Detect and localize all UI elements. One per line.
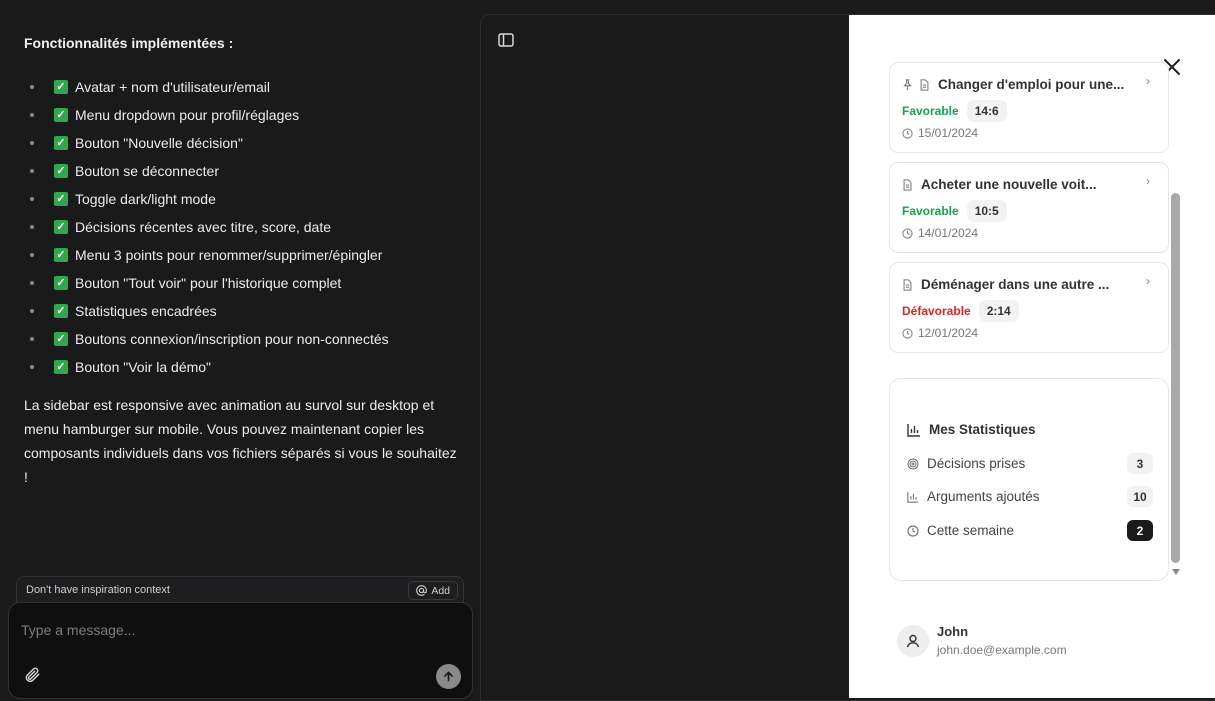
stat-row: Cette semaine 2 — [907, 520, 1153, 541]
list-item: ✓ Bouton "Voir la démo" — [30, 353, 389, 381]
document-icon — [920, 78, 929, 91]
decision-date: 14/01/2024 — [902, 226, 978, 240]
list-item: ✓ Avatar + nom d'utilisateur/email — [30, 73, 389, 101]
bullet-icon — [30, 113, 34, 117]
stat-row: Décisions prises 3 — [907, 453, 1153, 474]
check-icon: ✓ — [54, 332, 68, 346]
stat-count-badge: 3 — [1127, 453, 1153, 474]
list-item: ✓ Boutons connexion/inscription pour non-… — [30, 325, 389, 353]
paperclip-icon[interactable] — [23, 666, 41, 684]
decision-card[interactable]: Changer d'emploi pour une... › Favorable… — [889, 62, 1169, 153]
chevron-right-icon[interactable]: › — [1146, 174, 1150, 188]
decision-title: Acheter une nouvelle voit... — [921, 177, 1097, 192]
decision-title: Changer d'emploi pour une... — [938, 77, 1125, 92]
document-icon — [903, 178, 912, 191]
list-item: ✓ Menu dropdown pour profil/réglages — [30, 101, 389, 129]
stat-label: Cette semaine — [927, 523, 1015, 538]
bullet-icon — [30, 365, 34, 369]
message-input[interactable]: Type a message... — [8, 602, 473, 699]
score-badge: 14:6 — [966, 100, 1007, 122]
scroll-down-icon[interactable] — [1171, 568, 1181, 576]
stat-label: Arguments ajoutés — [927, 489, 1040, 504]
decision-date: 12/01/2024 — [902, 326, 978, 340]
target-icon — [907, 457, 919, 470]
bullet-icon — [30, 253, 34, 257]
chat-panel: Fonctionnalités implémentées : ✓ Avatar +… — [0, 0, 480, 701]
decision-card[interactable]: Déménager dans une autre ... › Défavorab… — [889, 262, 1169, 353]
stat-row: Arguments ajoutés 10 — [907, 486, 1153, 507]
check-icon: ✓ — [54, 164, 68, 178]
list-item: ✓ Bouton "Tout voir" pour l'historique co… — [30, 269, 389, 297]
message-placeholder: Type a message... — [21, 622, 136, 638]
context-bar: Don't have inspiration context Add — [16, 576, 464, 604]
avatar — [897, 624, 929, 657]
list-item: ✓ Bouton "Nouvelle décision" — [30, 129, 389, 157]
bullet-icon — [30, 281, 34, 285]
list-item: ✓ Bouton se déconnecter — [30, 157, 389, 185]
features-heading: Fonctionnalités implémentées : — [24, 35, 234, 51]
status-label: Favorable — [902, 104, 959, 118]
score-badge: 10:5 — [966, 200, 1007, 222]
bar-chart-icon — [907, 491, 919, 503]
check-icon: ✓ — [54, 136, 68, 150]
chat-paragraph: La sidebar est responsive avec animation… — [24, 397, 457, 485]
stat-count-badge: 10 — [1127, 486, 1153, 507]
bullet-icon — [30, 141, 34, 145]
stats-title: Mes Statistiques — [907, 422, 1036, 437]
list-item: ✓ Menu 3 points pour renommer/supprimer/é… — [30, 241, 389, 269]
clock-icon — [902, 327, 913, 339]
bar-chart-icon — [907, 423, 920, 437]
stat-count-badge: 2 — [1127, 520, 1153, 541]
clock-icon — [907, 524, 919, 537]
arrow-up-icon — [444, 671, 453, 682]
list-item: ✓ Décisions récentes avec titre, score, d… — [30, 213, 389, 241]
bullet-icon — [30, 309, 34, 313]
bullet-icon — [30, 225, 34, 229]
clock-icon — [902, 227, 913, 239]
status-label: Défavorable — [902, 304, 971, 318]
user-profile[interactable]: John john.doe@example.com — [897, 624, 1067, 657]
bullet-icon — [30, 85, 34, 89]
check-icon: ✓ — [54, 304, 68, 318]
check-icon: ✓ — [54, 248, 68, 262]
scrollbar-thumb[interactable] — [1171, 193, 1180, 563]
user-email: john.doe@example.com — [937, 643, 1067, 657]
pin-icon — [903, 78, 912, 90]
check-icon: ✓ — [54, 80, 68, 94]
document-icon — [903, 278, 912, 291]
app-sidebar: Changer d'emploi pour une... › Favorable… — [849, 15, 1215, 698]
bullet-icon — [30, 197, 34, 201]
sidebar-toggle-icon[interactable] — [498, 33, 514, 47]
check-icon: ✓ — [54, 192, 68, 206]
stat-label: Décisions prises — [927, 456, 1026, 471]
check-icon: ✓ — [54, 108, 68, 122]
context-text: Don't have inspiration context — [26, 584, 170, 596]
bullet-icon — [30, 337, 34, 341]
at-icon — [416, 585, 428, 596]
chevron-right-icon[interactable]: › — [1146, 74, 1150, 88]
add-context-button[interactable]: Add — [408, 581, 458, 600]
clock-icon — [902, 127, 913, 139]
decision-date: 15/01/2024 — [902, 126, 978, 140]
list-item: ✓ Statistiques encadrées — [30, 297, 389, 325]
status-label: Favorable — [902, 204, 959, 218]
feature-list: ✓ Avatar + nom d'utilisateur/email ✓ Menu … — [30, 73, 389, 381]
check-icon: ✓ — [54, 276, 68, 290]
list-item: ✓ Toggle dark/light mode — [30, 185, 389, 213]
chevron-right-icon[interactable]: › — [1146, 274, 1150, 288]
bullet-icon — [30, 169, 34, 173]
check-icon: ✓ — [54, 220, 68, 234]
decision-title: Déménager dans une autre ... — [921, 277, 1110, 292]
decision-card[interactable]: Acheter une nouvelle voit... › Favorable… — [889, 162, 1169, 253]
user-icon — [906, 634, 920, 647]
score-badge: 2:14 — [978, 300, 1019, 322]
user-name: John — [937, 624, 969, 639]
check-icon: ✓ — [54, 360, 68, 374]
stats-card: Mes Statistiques Décisions prises 3 Argu… — [889, 378, 1169, 581]
send-button[interactable] — [436, 664, 461, 689]
